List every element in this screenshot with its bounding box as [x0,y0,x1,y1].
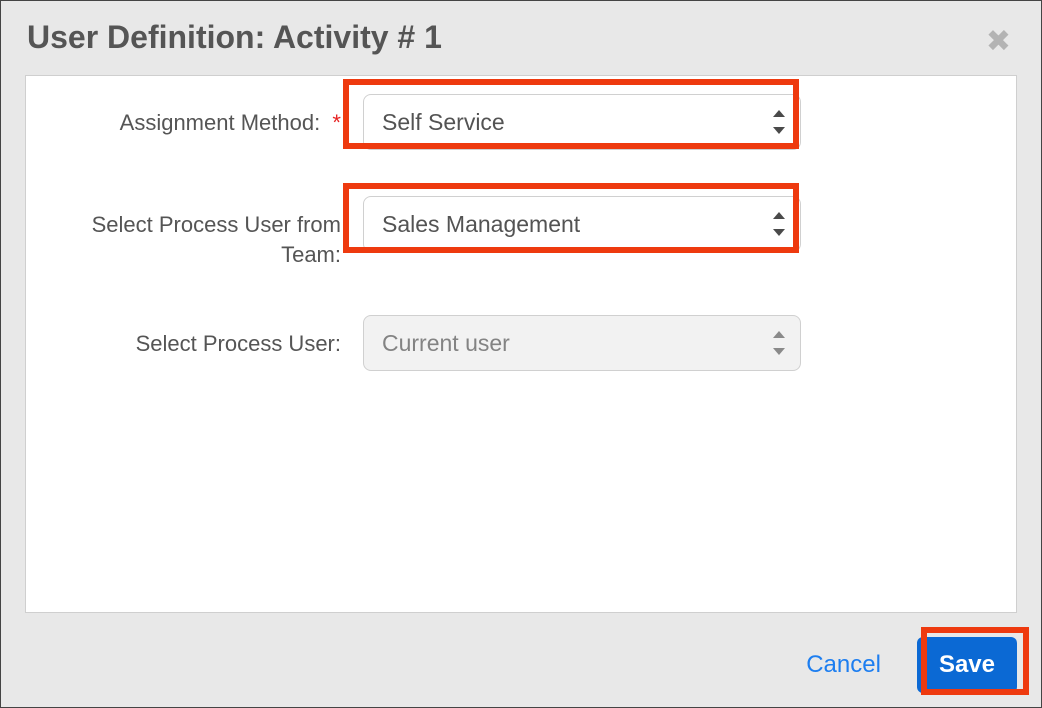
chevron-updown-icon [772,212,786,236]
process-user-team-select[interactable]: Sales Management [363,196,801,252]
assignment-method-label: Assignment Method: * [50,94,347,138]
dialog-footer: Cancel Save [25,637,1017,693]
assignment-method-select[interactable]: Self Service [363,94,801,150]
process-user-team-label: Select Process User from Team: [50,196,347,269]
assignment-method-row: Assignment Method: * Self Service [50,94,992,150]
chevron-updown-icon [772,331,786,355]
dialog-header: User Definition: Activity # 1 ✖ [1,1,1041,78]
process-user-team-value: Sales Management [382,211,580,238]
user-definition-dialog: User Definition: Activity # 1 ✖ Assignme… [0,0,1042,708]
chevron-updown-icon [772,110,786,134]
process-user-value: Current user [382,330,510,357]
dialog-title: User Definition: Activity # 1 [27,19,1015,56]
assignment-method-value: Self Service [382,109,505,136]
save-button[interactable]: Save [917,637,1017,693]
process-user-select: Current user [363,315,801,371]
required-indicator: * [326,110,341,135]
process-user-team-row: Select Process User from Team: Sales Man… [50,196,992,269]
close-icon[interactable]: ✖ [986,27,1011,57]
process-user-row: Select Process User: Current user [50,315,992,371]
cancel-button[interactable]: Cancel [800,641,887,689]
dialog-body: Assignment Method: * Self Service Select… [25,75,1017,613]
process-user-label: Select Process User: [50,315,347,359]
